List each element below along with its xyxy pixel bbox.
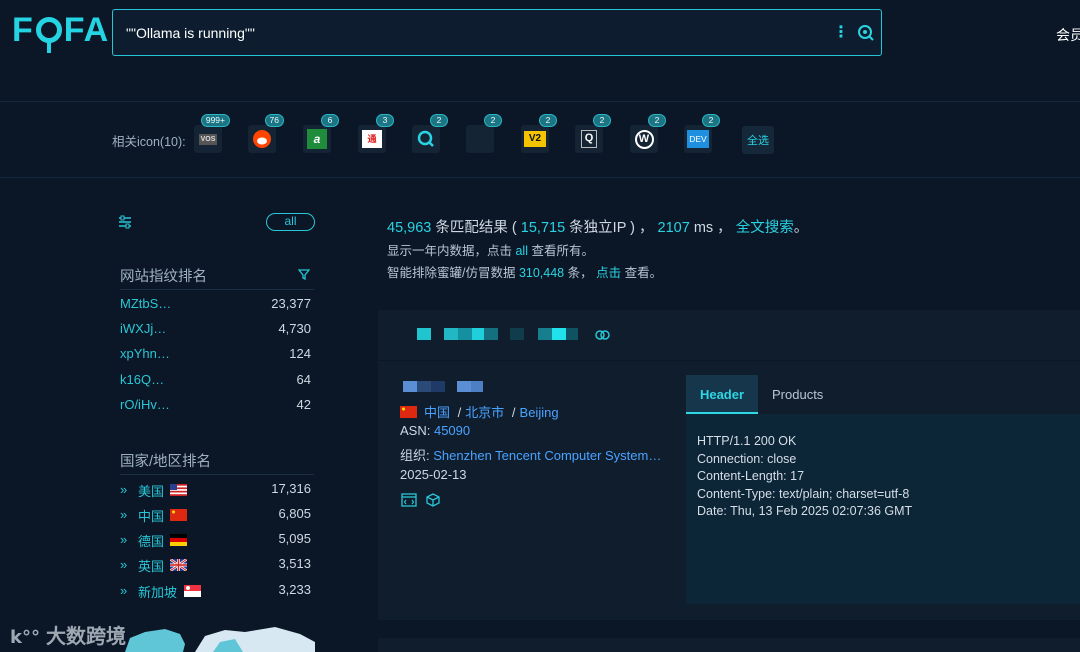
org-link[interactable]: Shenzhen Tencent Computer System…	[433, 448, 661, 463]
list-item[interactable]: xpYhn… 124	[120, 346, 311, 366]
divider	[120, 474, 314, 475]
obscured-ip[interactable]	[417, 381, 431, 392]
asn-link[interactable]: 45090	[434, 423, 470, 438]
obscured-host[interactable]	[458, 328, 472, 340]
detail-tabs: Header Products	[686, 375, 1080, 414]
reddit-icon[interactable]: 76	[248, 114, 284, 153]
chevron-right-icon: »	[120, 532, 128, 547]
related-icons-bar: 相关icon(10): VOS 999+ 76 a6 通3 2 2 V2 2 Q2 …	[0, 103, 1080, 178]
obscured-ip[interactable]	[431, 381, 445, 392]
a-letter-icon[interactable]: a6	[303, 114, 339, 153]
search-box[interactable]: ⋮	[112, 9, 882, 56]
divider	[120, 289, 314, 290]
watermark: k°° 大数跨境	[10, 626, 126, 648]
tab-header[interactable]: Header	[686, 375, 758, 414]
obscured-host[interactable]	[566, 328, 578, 340]
country-item-sg[interactable]: » 新加坡 3,233	[120, 582, 311, 602]
chevron-right-icon: »	[120, 482, 128, 497]
obscured-host[interactable]	[538, 328, 552, 340]
member-link[interactable]: 会员	[1056, 25, 1080, 45]
vos-icon[interactable]: VOS 999+	[194, 114, 230, 153]
one-year-notice: 显示一年内数据，点击 all 查看所有。	[387, 244, 594, 258]
result-summary: 45,963 条匹配结果 ( 15,715 条独立IP ) ， 2107 ms …	[387, 220, 809, 236]
v2-icon[interactable]: V2 2	[521, 114, 557, 153]
chevron-right-icon: »	[120, 507, 128, 522]
city-link[interactable]: 北京市	[465, 405, 504, 420]
response-line: Content-Type: text/plain; charset=utf-8	[697, 486, 910, 501]
obscured-ip[interactable]	[457, 381, 471, 392]
fulltext-search-link[interactable]: 全文搜索	[736, 220, 794, 236]
location-line: 中国 / 北京市 / Beijing	[400, 402, 559, 421]
chinese-sign-icon[interactable]: 通3	[358, 114, 394, 153]
code-icon[interactable]	[401, 493, 417, 510]
region-link[interactable]: Beijing	[520, 405, 559, 420]
obscured-ip[interactable]	[471, 381, 483, 392]
reddit-glyph	[253, 130, 271, 148]
chevron-right-icon: »	[120, 583, 128, 598]
top-bar: FFA ⋮ 会员	[0, 0, 1080, 102]
link-icon[interactable]	[595, 328, 610, 343]
tab-products[interactable]: Products	[772, 375, 823, 414]
obscured-host[interactable]	[472, 328, 484, 340]
org-line: 组织: Shenzhen Tencent Computer System…	[400, 448, 662, 463]
list-item[interactable]: k16Q… 64	[120, 372, 311, 392]
fingerprint-rank-title: 网站指纹排名	[120, 269, 207, 285]
date-line: 2025-02-13	[400, 467, 467, 482]
obscured-host[interactable]	[444, 328, 458, 340]
q-box-icon[interactable]: Q2	[575, 114, 611, 153]
country-rank-title: 国家/地区排名	[120, 454, 212, 470]
view-honeypot-link[interactable]: 点击	[596, 266, 621, 280]
country-item-gb[interactable]: » 英国 3,513	[120, 556, 311, 576]
gb-flag-icon	[170, 559, 187, 571]
fofa-logo[interactable]: F FA	[12, 11, 109, 53]
obscured-ip[interactable]	[403, 381, 417, 392]
obscured-host[interactable]	[484, 328, 498, 340]
country-item-cn[interactable]: » 中国 6,805	[120, 506, 311, 526]
us-flag-icon	[170, 484, 187, 496]
de-flag-icon	[170, 534, 187, 546]
country-item-de[interactable]: » 德国 5,095	[120, 531, 311, 551]
filter-funnel-icon[interactable]	[297, 268, 311, 283]
response-line: Connection: close	[697, 451, 797, 466]
chevron-right-icon: »	[120, 557, 128, 572]
all-toggle-button[interactable]: all	[266, 213, 315, 231]
list-item[interactable]: rO/iHv… 42	[120, 397, 311, 417]
honeypot-notice: 智能排除蜜罐/仿冒数据 310,448 条， 点击 查看。	[387, 266, 663, 280]
dev-icon[interactable]: DEV 2	[684, 114, 720, 153]
response-line: Content-Length: 17	[697, 469, 805, 483]
response-line: Date: Thu, 13 Feb 2025 02:07:36 GMT	[697, 504, 913, 518]
asn-line: ASN: 45090	[400, 423, 471, 438]
country-link[interactable]: 中国	[424, 405, 450, 420]
country-item-us[interactable]: » 美国 17,316	[120, 481, 311, 501]
response-line: HTTP/1.1 200 OK	[697, 434, 797, 448]
obscured-host[interactable]	[510, 328, 524, 340]
obscured-host[interactable]	[417, 328, 431, 340]
search-input[interactable]	[113, 24, 831, 41]
next-card-edge	[378, 638, 1080, 652]
cn-flag-icon	[170, 509, 187, 521]
related-icons-label: 相关icon(10):	[112, 135, 186, 149]
result-card-header	[378, 310, 1080, 360]
select-all-button[interactable]: 全选	[742, 126, 774, 154]
obscured-host[interactable]	[552, 328, 566, 340]
more-options-icon[interactable]: ⋮	[831, 24, 851, 41]
list-item[interactable]: MZtbS… 23,377	[120, 296, 311, 316]
cube-icon[interactable]	[426, 493, 440, 510]
list-item[interactable]: iWXJj… 4,730	[120, 321, 311, 341]
sg-flag-icon	[184, 585, 201, 597]
cn-flag-icon	[400, 406, 417, 418]
blank-icon[interactable]: 2	[466, 114, 502, 153]
filter-sliders-icon[interactable]	[118, 215, 132, 232]
q-search-icon[interactable]: 2	[412, 114, 448, 153]
search-icon[interactable]	[851, 24, 881, 42]
watermark-logo-icon: k°°	[10, 627, 40, 648]
world-map	[125, 627, 315, 652]
show-all-link[interactable]: all	[515, 244, 528, 258]
q-glyph	[417, 130, 434, 147]
http-response-panel: HTTP/1.1 200 OK Connection: close Conten…	[686, 414, 1080, 604]
wordpress-icon[interactable]: W2	[630, 114, 666, 153]
